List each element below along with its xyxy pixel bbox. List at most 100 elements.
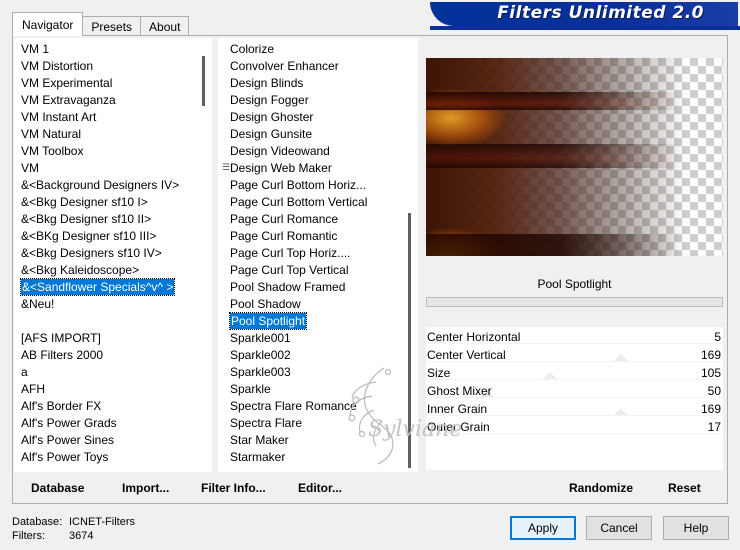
filter-list-item[interactable]: Convolver Enhancer (218, 58, 402, 75)
filter-list-item[interactable]: Sparkle003 (218, 364, 402, 381)
category-list-item[interactable]: Alf's Power Grads (14, 415, 196, 432)
filter-item-label: Colorize (230, 42, 275, 56)
category-list-item[interactable]: a (14, 364, 196, 381)
filter-list-item[interactable]: Design Videowand (218, 143, 402, 160)
filter-list-item[interactable]: Design Ghoster (218, 109, 402, 126)
param-slider-thumb[interactable] (543, 372, 557, 379)
reset-button[interactable]: Reset (668, 480, 701, 496)
filter-list-item[interactable]: Sparkle002 (218, 347, 402, 364)
randomize-button[interactable]: Randomize (569, 480, 633, 496)
category-list[interactable]: Alf's Power Toys Alf's Power Sines Alf's P… (14, 38, 212, 472)
category-scrollbar[interactable] (196, 38, 212, 472)
tab-presets[interactable]: Presets (82, 16, 142, 36)
filter-list-item[interactable]: Pool Spotlight (218, 312, 402, 330)
filter-item-label: Spectra Flare (230, 416, 303, 430)
category-list-item[interactable]: VM Extravaganza (14, 92, 196, 109)
category-list-item[interactable]: &<BKg Designer sf10 III> (14, 228, 196, 245)
category-list-item[interactable]: Alf's Power Sines (14, 432, 196, 449)
filter-info-button[interactable]: Filter Info... (201, 480, 266, 496)
param-row[interactable]: Size 105 (426, 364, 723, 382)
param-slider-thumb[interactable] (614, 354, 628, 361)
tab-about[interactable]: About (140, 16, 190, 36)
filter-list[interactable]: Starmaker Star Maker Spectra Flare Spectra … (218, 38, 418, 472)
database-button[interactable]: Database (31, 480, 84, 496)
filter-item-label: Pool Shadow Framed (230, 280, 346, 294)
category-list-item[interactable]: VM (14, 160, 196, 177)
filter-list-item[interactable]: Sparkle (218, 381, 402, 398)
filter-item-label: Page Curl Top Vertical (230, 263, 349, 277)
param-slider-thumb[interactable] (614, 408, 628, 415)
banner-underline (430, 26, 740, 30)
filter-list-item[interactable]: Design Gunsite (218, 126, 402, 143)
filter-list-item[interactable]: Page Curl Top Horiz.... (218, 245, 402, 262)
filter-list-item[interactable]: Pool Shadow (218, 296, 402, 313)
filter-item-label: Sparkle003 (230, 365, 291, 379)
param-row[interactable]: Inner Grain 169 (426, 400, 723, 418)
category-list-item[interactable] (14, 313, 196, 330)
category-item-label: Alf's Power Grads (21, 416, 117, 430)
category-list-item[interactable]: &Neu! (14, 296, 196, 313)
category-list-item[interactable]: [AFS IMPORT] (14, 330, 196, 347)
param-value: 50 (707, 384, 721, 398)
category-list-item[interactable]: &<Bkg Designers sf10 IV> (14, 245, 196, 262)
category-list-item[interactable]: Alf's Power Toys (14, 449, 196, 466)
filter-list-item[interactable]: Page Curl Top Vertical (218, 262, 402, 279)
category-list-item[interactable]: &<Bkg Designer sf10 II> (14, 211, 196, 228)
filter-list-item[interactable]: Design Web Maker (218, 160, 402, 177)
filter-list-item[interactable]: Page Curl Romantic (218, 228, 402, 245)
tab-navigator[interactable]: Navigator (12, 12, 84, 36)
category-list-item[interactable]: AFH (14, 381, 196, 398)
filter-list-item[interactable]: Page Curl Bottom Vertical (218, 194, 402, 211)
filter-list-item[interactable]: Page Curl Romance (218, 211, 402, 228)
filter-item-label: Design Fogger (230, 93, 309, 107)
filter-scrollbar[interactable] (402, 38, 418, 472)
category-item-label: &<BKg Designer sf10 III> (21, 229, 157, 243)
filter-list-item[interactable]: Sparkle001 (218, 330, 402, 347)
param-slider-track[interactable] (426, 379, 723, 380)
import-button[interactable]: Import... (122, 480, 169, 496)
filter-item-label: Convolver Enhancer (230, 59, 339, 73)
category-list-item[interactable]: &<Bkg Designer sf10 I> (14, 194, 196, 211)
filter-list-item[interactable]: Spectra Flare (218, 415, 402, 432)
category-list-item[interactable]: &<Bkg Kaleidoscope> (14, 262, 196, 279)
category-list-item[interactable]: AB Filters 2000 (14, 347, 196, 364)
filter-list-item[interactable]: Design Fogger (218, 92, 402, 109)
category-list-item[interactable]: VM Natural (14, 126, 196, 143)
category-list-item[interactable]: VM Experimental (14, 75, 196, 92)
app-title: Filters Unlimited 2.0 (497, 3, 704, 23)
category-list-item[interactable]: VM 1 (14, 41, 196, 58)
category-list-item[interactable]: Alf's Border FX (14, 398, 196, 415)
filter-list-item[interactable]: Page Curl Bottom Horiz... (218, 177, 402, 194)
category-item-label: VM Instant Art (21, 110, 97, 124)
param-row[interactable]: Ghost Mixer 50 (426, 382, 723, 400)
category-list-item[interactable]: VM Distortion (14, 58, 196, 75)
cancel-button[interactable]: Cancel (586, 516, 652, 540)
filter-list-item[interactable]: Spectra Flare Romance (218, 398, 402, 415)
category-list-item[interactable]: &<Background Designers IV> (14, 177, 196, 194)
filter-list-item[interactable]: Pool Shadow Framed (218, 279, 402, 296)
filter-item-label: Design Videowand (230, 144, 330, 158)
filter-list-item[interactable]: Starmaker (218, 449, 402, 466)
category-item-label: VM Experimental (21, 76, 113, 90)
param-row[interactable]: Outer Grain 17 (426, 418, 723, 436)
editor-button[interactable]: Editor... (298, 480, 342, 496)
category-scroll-thumb[interactable] (202, 56, 205, 106)
help-button[interactable]: Help (663, 516, 729, 540)
filter-list-item[interactable]: Star Maker (218, 432, 402, 449)
category-list-item[interactable]: &<Sandflower Specials^v^ > (14, 278, 196, 296)
apply-button[interactable]: Apply (510, 516, 576, 540)
filter-item-label: Pool Shadow (230, 297, 301, 311)
category-list-item[interactable]: VM Toolbox (14, 143, 196, 160)
filter-list-item[interactable]: Colorize (218, 41, 402, 58)
filter-item-label: Sparkle002 (230, 348, 291, 362)
param-row[interactable]: Center Vertical 169 (426, 346, 723, 364)
filter-item-label: Page Curl Romance (230, 212, 339, 226)
filter-list-marker-icon: ☰ (222, 162, 231, 172)
category-list-item[interactable]: VM Instant Art (14, 109, 196, 126)
selected-filter-name: Pool Spotlight (537, 277, 612, 291)
filter-item-label: Sparkle (230, 382, 271, 396)
filter-item-label: Page Curl Bottom Horiz... (230, 178, 367, 192)
param-row[interactable]: Center Horizontal 5 (426, 328, 723, 346)
filter-scroll-thumb[interactable] (408, 213, 411, 468)
filter-list-item[interactable]: Design Blinds (218, 75, 402, 92)
